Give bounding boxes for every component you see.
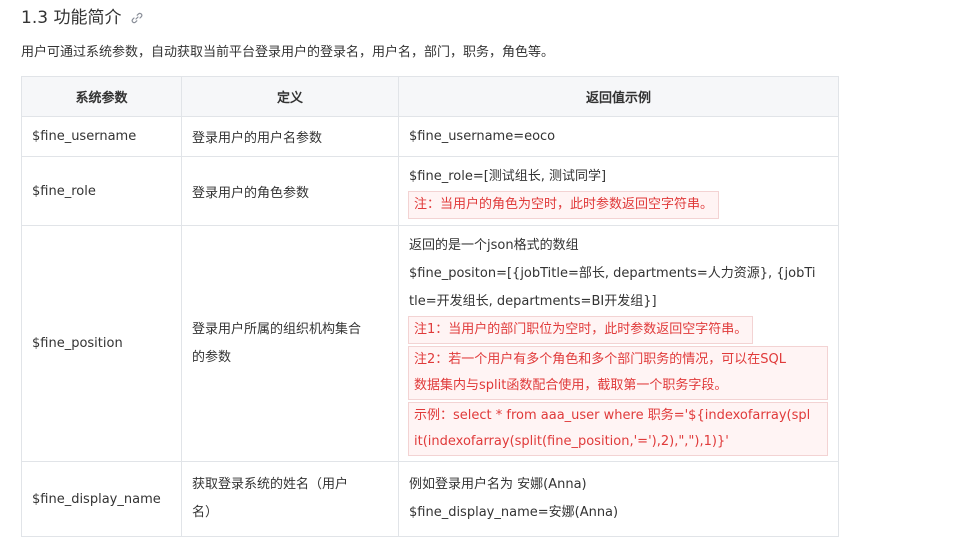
note-line: 注2：若一个用户有多个角色和多个部门职务的情况，可以在SQL — [414, 351, 786, 367]
example-value: 例如登录用户名为 安娜(Anna) — [409, 477, 587, 492]
param-cell: $fine_position — [21, 225, 182, 462]
note-line: it(indexofarray(split(fine_position,'=')… — [414, 433, 729, 449]
note-line: 示例：select * from aaa_user where 职务='${in… — [414, 407, 811, 423]
definition-cell: 获取登录系统的姓名（用户 名） — [181, 461, 399, 537]
section-title: 1.3 功能简介 — [21, 7, 122, 28]
note-box: 注1：当用户的部门职位为空时，此时参数返回空字符串。 — [408, 315, 754, 344]
table-row: $fine_username 登录用户的用户名参数 $fine_username… — [21, 116, 839, 157]
definition-line: 的参数 — [192, 349, 232, 365]
example-value: tle=开发组长, departments=BI开发组}] — [409, 293, 657, 309]
definition-line: 名） — [192, 505, 219, 520]
header-param: 系统参数 — [21, 76, 182, 117]
section-heading: 1.3 功能简介 — [21, 4, 143, 28]
params-table: 系统参数 定义 返回值示例 $fine_username 登录用户的用户名参数 … — [21, 76, 839, 537]
example-cell: $fine_role=[测试组长, 测试同学] 注：当用户的角色为空时，此时参数… — [398, 156, 839, 226]
param-cell: $fine_display_name — [21, 461, 182, 537]
example-value: $fine_role=[测试组长, 测试同学] — [409, 169, 607, 184]
header-definition: 定义 — [181, 76, 399, 117]
table-header-row: 系统参数 定义 返回值示例 — [21, 76, 839, 117]
example-cell: 例如登录用户名为 安娜(Anna) $fine_display_name=安娜(… — [398, 461, 839, 537]
definition-line: 登录用户所属的组织机构集合 — [192, 321, 362, 337]
definition-line: 获取登录系统的姓名（用户 — [192, 477, 349, 492]
example-cell: 返回的是一个json格式的数组 $fine_positon=[{jobTitle… — [398, 225, 839, 462]
example-value: $fine_positon=[{jobTitle=部长, departments… — [409, 265, 816, 281]
example-desc: 返回的是一个json格式的数组 — [409, 237, 579, 253]
definition-cell: 登录用户的角色参数 — [181, 156, 399, 226]
link-icon[interactable] — [131, 9, 143, 24]
note-box: 注2：若一个用户有多个角色和多个部门职务的情况，可以在SQL 数据集内与spli… — [408, 345, 828, 400]
note-box: 注：当用户的角色为空时，此时参数返回空字符串。 — [408, 191, 720, 219]
table-row: $fine_display_name 获取登录系统的姓名（用户 名） 例如登录用… — [21, 461, 839, 537]
param-cell: $fine_role — [21, 156, 182, 226]
header-example: 返回值示例 — [398, 76, 839, 117]
note-line: 数据集内与split函数配合使用，截取第一个职务字段。 — [414, 377, 728, 393]
param-cell: $fine_username — [21, 116, 182, 157]
intro-text: 用户可通过系统参数，自动获取当前平台登录用户的登录名，用户名，部门，职务，角色等… — [21, 45, 555, 60]
note-box: 示例：select * from aaa_user where 职务='${in… — [408, 401, 828, 456]
table-row: $fine_position 登录用户所属的组织机构集合 的参数 返回的是一个j… — [21, 225, 839, 462]
table-row: $fine_role 登录用户的角色参数 $fine_role=[测试组长, 测… — [21, 156, 839, 226]
example-cell: $fine_username=eoco — [398, 116, 839, 157]
definition-cell: 登录用户所属的组织机构集合 的参数 — [181, 225, 399, 462]
definition-cell: 登录用户的用户名参数 — [181, 116, 399, 157]
example-value: $fine_display_name=安娜(Anna) — [409, 505, 619, 520]
